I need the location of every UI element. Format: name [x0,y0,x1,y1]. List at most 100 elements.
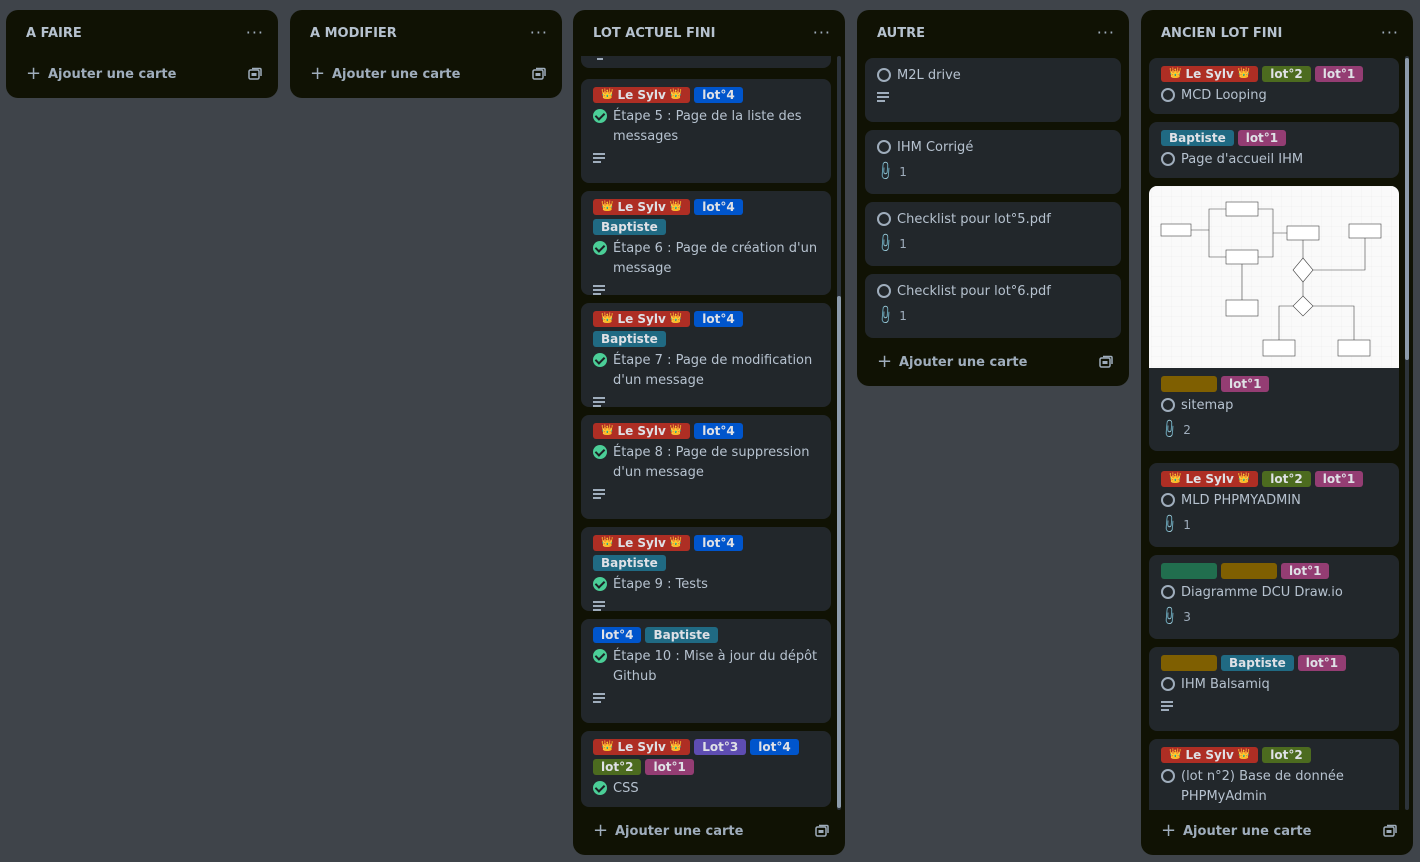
scrollbar-thumb[interactable] [837,296,841,808]
label-lot1[interactable]: lot°1 [1314,471,1364,487]
card[interactable]: 👑 Le Sylv 👑 lot°4 Baptiste Étape 9 : Tests [581,527,831,611]
label-yellow[interactable] [1161,376,1217,392]
card[interactable]: 👑 Le Sylv 👑 lot°2 lot°1 MCD Looping [1149,58,1399,114]
label-lot1[interactable]: lot°1 [1281,563,1330,579]
list-menu-icon[interactable]: ··· [1097,25,1115,41]
add-card-button[interactable]: + Ajouter une carte [861,344,1125,380]
card[interactable]: 👑 Le Sylv 👑 lot°4 Baptiste Étape 7 : Page … [581,303,831,407]
card[interactable]: lot°1 sitemap 📎 2 [1149,186,1399,451]
label-le-sylv[interactable]: 👑 Le Sylv 👑 [593,199,691,215]
label-lot3[interactable]: Lot°3 [694,739,747,755]
complete-circle-icon[interactable] [1161,398,1175,412]
label-le-sylv[interactable]: 👑 Le Sylv 👑 [593,739,691,755]
label-lot4[interactable]: lot°4 [593,627,642,643]
complete-circle-icon[interactable] [1161,769,1175,783]
label-dark-green[interactable] [1161,563,1217,579]
label-baptiste[interactable]: Baptiste [593,219,666,235]
complete-check-icon[interactable] [593,649,607,663]
label-baptiste[interactable]: Baptiste [1221,655,1294,671]
crown-icon: 👑 [601,201,614,212]
complete-circle-icon[interactable] [1161,493,1175,507]
add-card-button[interactable]: + Ajouter une carte [577,813,841,849]
card[interactable]: 👑 Le Sylv 👑 lot°2 lot°1 MLD PHPMYADMIN 📎 1 [1149,463,1399,547]
label-lot1[interactable]: lot°1 [1297,655,1347,671]
complete-circle-icon[interactable] [877,68,891,82]
complete-check-icon[interactable] [593,241,607,255]
label-lot4[interactable]: lot°4 [694,87,743,103]
label-baptiste[interactable]: Baptiste [593,555,666,571]
complete-circle-icon[interactable] [877,140,891,154]
label-lot4[interactable]: lot°4 [694,311,743,327]
add-card-button[interactable]: + Ajouter une carte [1145,813,1409,849]
card[interactable]: lot°4 Baptiste Étape 10 : Mise à jour du… [581,619,831,723]
label-lot4[interactable]: lot°4 [694,199,743,215]
label-le-sylv[interactable]: 👑 Le Sylv 👑 [1161,747,1259,763]
add-card-label: Ajouter une carte [615,823,744,839]
card[interactable]: M2L drive [865,58,1121,122]
label-baptiste[interactable]: Baptiste [645,627,719,643]
label-lot2[interactable]: lot°2 [1262,66,1311,82]
card-list: M2L drive IHM Corrigé 📎 1 Checklist pour … [865,58,1121,340]
scrollbar[interactable] [1405,56,1409,810]
list-menu-icon[interactable]: ··· [1381,25,1399,41]
complete-circle-icon[interactable] [877,212,891,226]
complete-circle-icon[interactable] [877,284,891,298]
label-le-sylv[interactable]: 👑 Le Sylv 👑 [593,423,691,439]
complete-check-icon[interactable] [593,577,607,591]
label-lot1[interactable]: lot°1 [645,759,694,775]
add-card-button[interactable]: + Ajouter une carte [10,56,274,92]
card[interactable]: lot°1 Diagramme DCU Draw.io 📎 3 [1149,555,1399,639]
label-lot2[interactable]: lot°2 [593,759,642,775]
label-le-sylv[interactable]: 👑 Le Sylv 👑 [593,535,691,551]
label-baptiste[interactable]: Baptiste [1161,130,1234,146]
label-lot2[interactable]: lot°2 [1262,471,1311,487]
label-baptiste[interactable]: Baptiste [593,331,666,347]
label-le-sylv[interactable]: 👑 Le Sylv 👑 [593,87,691,103]
label-lot2[interactable]: lot°2 [1262,747,1311,763]
label-lot4[interactable]: lot°4 [750,739,799,755]
complete-circle-icon[interactable] [1161,585,1175,599]
card[interactable]: 👑 Le Sylv 👑 lot°4 Étape 5 : Page de la lis… [581,79,831,183]
label-lot1[interactable]: lot°1 [1221,376,1270,392]
card[interactable]: Checklist pour lot°5.pdf 📎 1 [865,202,1121,266]
label-yellow[interactable] [1221,563,1277,579]
card-partial[interactable] [581,56,831,68]
card[interactable]: Baptiste lot°1 Page d'accueil IHM [1149,122,1399,178]
label-text: Le Sylv [1185,472,1234,486]
label-yellow[interactable] [1161,655,1217,671]
complete-check-icon[interactable] [593,445,607,459]
card-template-icon[interactable] [815,824,829,838]
label-lot1[interactable]: lot°1 [1237,130,1287,146]
list-menu-icon[interactable]: ··· [246,25,264,41]
add-card-button[interactable]: + Ajouter une carte [294,56,558,92]
list-menu-icon[interactable]: ··· [530,25,548,41]
label-le-sylv[interactable]: 👑 Le Sylv 👑 [1161,66,1259,82]
card[interactable]: Checklist pour lot°6.pdf 📎 1 [865,274,1121,338]
label-le-sylv[interactable]: 👑 Le Sylv 👑 [1161,471,1259,487]
label-lot4[interactable]: lot°4 [694,535,743,551]
complete-circle-icon[interactable] [1161,88,1175,102]
card[interactable]: 👑 Le Sylv 👑 lot°2 (lot n°2) Base de donnée… [1149,739,1399,810]
label-le-sylv[interactable]: 👑 Le Sylv 👑 [593,311,691,327]
card[interactable]: 👑 Le Sylv 👑 lot°4 Baptiste Étape 6 : Page … [581,191,831,295]
list-menu-icon[interactable]: ··· [813,25,831,41]
list-a-modifier: A MODIFIER ··· + Ajouter une carte [290,10,562,98]
card[interactable]: IHM Corrigé 📎 1 [865,130,1121,194]
card-template-icon[interactable] [1383,824,1397,838]
complete-check-icon[interactable] [593,781,607,795]
label-lot4[interactable]: lot°4 [694,423,743,439]
card-template-icon[interactable] [1099,355,1113,369]
scrollbar[interactable] [837,56,841,810]
complete-check-icon[interactable] [593,109,607,123]
complete-check-icon[interactable] [593,353,607,367]
card-template-icon[interactable] [248,67,262,81]
card[interactable]: 👑 Le Sylv 👑 lot°4 Étape 8 : Page de suppre… [581,415,831,519]
label-lot1[interactable]: lot°1 [1314,66,1364,82]
description-icon [593,601,605,611]
card-template-icon[interactable] [532,67,546,81]
scrollbar-thumb[interactable] [1405,58,1409,360]
card[interactable]: Baptiste lot°1 IHM Balsamiq [1149,647,1399,731]
complete-circle-icon[interactable] [1161,677,1175,691]
complete-circle-icon[interactable] [1161,152,1175,166]
card[interactable]: 👑 Le Sylv 👑 Lot°3 lot°4 lot°2 lot°1 CSS [581,731,831,807]
